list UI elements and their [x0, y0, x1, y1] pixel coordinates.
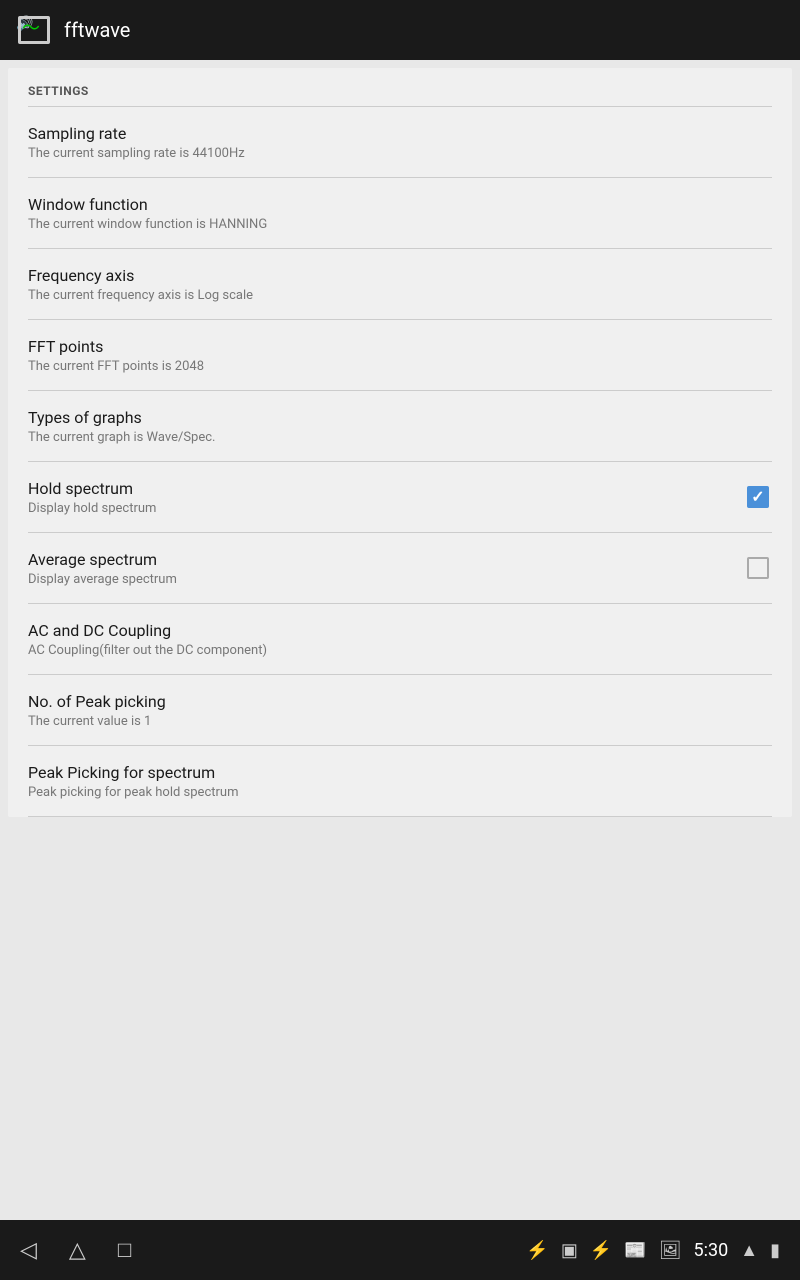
nav-left: ◁ △ □ — [20, 1237, 131, 1263]
hold-spectrum-text: Hold spectrum Display hold spectrum — [28, 479, 728, 516]
hold-spectrum-checkbox[interactable]: ✓ — [744, 483, 772, 511]
peak-picking-spectrum-subtitle: Peak picking for peak hold spectrum — [28, 785, 772, 800]
average-spectrum-checkbox-unchecked[interactable] — [747, 557, 769, 579]
settings-item-ac-dc-coupling[interactable]: AC and DC Coupling AC Coupling(filter ou… — [8, 604, 792, 674]
ac-dc-coupling-subtitle: AC Coupling(filter out the DC component) — [28, 643, 772, 658]
settings-item-average-spectrum[interactable]: Average spectrum Display average spectru… — [8, 533, 792, 603]
app-title: fftwave — [64, 18, 130, 42]
peak-picking-count-text: No. of Peak picking The current value is… — [28, 692, 772, 729]
frequency-axis-title: Frequency axis — [28, 266, 772, 285]
nav-bar: ◁ △ □ ⚡ ▣ ⚡ 📰 🖼 5:30 ▲ ▮ — [0, 1220, 800, 1280]
frequency-axis-text: Frequency axis The current frequency axi… — [28, 266, 772, 303]
ac-dc-coupling-text: AC and DC Coupling AC Coupling(filter ou… — [28, 621, 772, 658]
recents-button[interactable]: □ — [118, 1237, 131, 1263]
battery-icon: ▮ — [770, 1240, 780, 1261]
frequency-axis-subtitle: The current frequency axis is Log scale — [28, 288, 772, 303]
ac-dc-coupling-title: AC and DC Coupling — [28, 621, 772, 640]
checkmark-icon: ✓ — [751, 489, 764, 505]
settings-item-peak-picking-spectrum[interactable]: Peak Picking for spectrum Peak picking f… — [8, 746, 792, 816]
hold-spectrum-title: Hold spectrum — [28, 479, 728, 498]
sampling-rate-text: Sampling rate The current sampling rate … — [28, 124, 772, 161]
wifi-icon: ▲ — [740, 1240, 758, 1261]
fft-points-title: FFT points — [28, 337, 772, 356]
peak-picking-spectrum-title: Peak Picking for spectrum — [28, 763, 772, 782]
peak-picking-count-subtitle: The current value is 1 — [28, 714, 772, 729]
usb-icon: ⚡ — [526, 1240, 548, 1261]
settings-item-window-function[interactable]: Window function The current window funct… — [8, 178, 792, 248]
home-button[interactable]: △ — [69, 1238, 86, 1263]
average-spectrum-text: Average spectrum Display average spectru… — [28, 550, 728, 587]
peak-picking-count-title: No. of Peak picking — [28, 692, 772, 711]
status-time: 5:30 — [694, 1240, 729, 1261]
hold-spectrum-control[interactable]: ✓ — [744, 483, 772, 511]
window-function-subtitle: The current window function is HANNING — [28, 217, 772, 232]
settings-container: SETTINGS Sampling rate The current sampl… — [8, 68, 792, 817]
app-bar: 🔊 〜 fftwave — [0, 0, 800, 60]
settings-item-hold-spectrum[interactable]: Hold spectrum Display hold spectrum ✓ — [8, 462, 792, 532]
main-content: SETTINGS Sampling rate The current sampl… — [0, 60, 800, 1220]
nav-right: ⚡ ▣ ⚡ 📰 🖼 5:30 ▲ ▮ — [526, 1240, 780, 1261]
types-of-graphs-subtitle: The current graph is Wave/Spec. — [28, 430, 772, 445]
types-of-graphs-text: Types of graphs The current graph is Wav… — [28, 408, 772, 445]
average-spectrum-checkbox[interactable] — [744, 554, 772, 582]
divider-10 — [28, 816, 772, 817]
window-function-text: Window function The current window funct… — [28, 195, 772, 232]
wave-icon: 〜 — [22, 20, 40, 38]
settings-header: SETTINGS — [8, 68, 792, 106]
average-spectrum-control[interactable] — [744, 554, 772, 582]
sampling-rate-title: Sampling rate — [28, 124, 772, 143]
image-icon: 🖼 — [659, 1240, 682, 1261]
news-icon: 📰 — [624, 1240, 646, 1261]
average-spectrum-subtitle: Display average spectrum — [28, 572, 728, 587]
sampling-rate-subtitle: The current sampling rate is 44100Hz — [28, 146, 772, 161]
back-button[interactable]: ◁ — [20, 1238, 37, 1263]
usb-storage-icon: ⚡ — [590, 1240, 612, 1261]
average-spectrum-title: Average spectrum — [28, 550, 728, 569]
fft-points-text: FFT points The current FFT points is 204… — [28, 337, 772, 374]
settings-item-types-of-graphs[interactable]: Types of graphs The current graph is Wav… — [8, 391, 792, 461]
types-of-graphs-title: Types of graphs — [28, 408, 772, 427]
sd-card-icon: ▣ — [561, 1240, 578, 1261]
fft-points-subtitle: The current FFT points is 2048 — [28, 359, 772, 374]
hold-spectrum-subtitle: Display hold spectrum — [28, 501, 728, 516]
settings-item-frequency-axis[interactable]: Frequency axis The current frequency axi… — [8, 249, 792, 319]
app-logo: 🔊 〜 — [16, 12, 52, 48]
window-function-title: Window function — [28, 195, 772, 214]
peak-picking-spectrum-text: Peak Picking for spectrum Peak picking f… — [28, 763, 772, 800]
hold-spectrum-checkbox-checked[interactable]: ✓ — [747, 486, 769, 508]
settings-item-fft-points[interactable]: FFT points The current FFT points is 204… — [8, 320, 792, 390]
settings-item-sampling-rate[interactable]: Sampling rate The current sampling rate … — [8, 107, 792, 177]
settings-item-peak-picking-count[interactable]: No. of Peak picking The current value is… — [8, 675, 792, 745]
